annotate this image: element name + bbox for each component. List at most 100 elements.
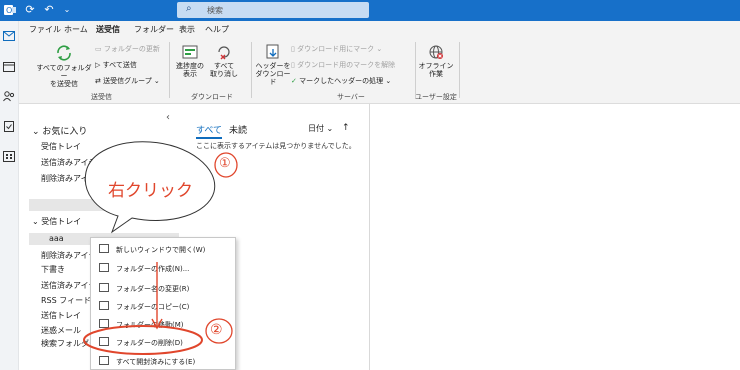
folder-item-aaa[interactable]: aaa (49, 234, 64, 243)
update-folder-label: フォルダーの更新 (103, 45, 160, 53)
new-folder-icon (99, 263, 109, 272)
new-window-icon (99, 244, 109, 253)
sort-by-date-dropdown[interactable]: 日付 ⌄ (308, 123, 333, 134)
send-receive-groups-label: 送受信グループ ⌄ (103, 77, 160, 85)
mark-icon: ▯ (291, 45, 295, 53)
folder-item[interactable]: 削除済みアイテム (41, 173, 104, 184)
tab-all[interactable]: すべて (196, 123, 223, 139)
account-inbox-header[interactable]: ⌄ 受信トレイ (32, 216, 81, 227)
ribbon-tabs: ファイル ホーム 送受信 フォルダー 表示 ヘルプ (19, 21, 740, 38)
folder-item[interactable]: 検索フォルダー (41, 338, 97, 349)
sync-icon[interactable]: ⟳ (23, 3, 37, 17)
mark-to-download-button[interactable]: ▯ ダウンロード用にマーク ⌄ (291, 44, 382, 54)
empty-message: ここに表示するアイテムは見つかりませんでした。 (196, 142, 356, 150)
menu-item-rename-folder[interactable]: フォルダー名の変更(R) (91, 278, 237, 297)
context-menu: 新しいウィンドウで開く(W) フォルダーの作成(N)... フォルダー名の変更(… (90, 237, 236, 370)
navigation-rail (0, 21, 19, 370)
ribbon-separator (459, 42, 460, 98)
send-all-label: すべて送信 (102, 61, 137, 69)
menu-item-label: フォルダーの削除(D) (116, 339, 183, 347)
calendar-icon[interactable] (3, 61, 15, 72)
search-placeholder: 検索 (207, 6, 223, 15)
mark-read-icon (99, 356, 109, 365)
copy-folder-icon (99, 301, 109, 310)
tab-send-receive[interactable]: 送受信 (96, 24, 120, 38)
work-offline-label: オフライン 作業 (418, 62, 454, 78)
send-all-icon: ▷ (95, 61, 101, 69)
menu-item-label: フォルダーの作成(N)... (116, 265, 190, 273)
menu-item-open-new-window[interactable]: 新しいウィンドウで開く(W) (91, 239, 237, 258)
unmark-icon: ▯ (291, 61, 295, 69)
group-label-download: ダウンロード (191, 93, 233, 101)
sort-direction-icon[interactable]: ↑ (342, 123, 350, 133)
tab-folder[interactable]: フォルダー (134, 24, 174, 35)
unmark-to-download-label: ダウンロード用のマークを解除 (297, 61, 396, 69)
ribbon-separator (415, 42, 416, 98)
tab-unread[interactable]: 未読 (229, 123, 247, 136)
menu-item-label: すべて開封済みにする(E) (116, 358, 196, 366)
download-headers-button[interactable]: ヘッダーを ダウンロード (253, 44, 293, 86)
update-folder-button[interactable]: ▭ フォルダーの更新 (95, 44, 160, 54)
update-folder-icon: ▭ (95, 45, 102, 53)
show-progress-button[interactable]: 進捗度の 表示 (175, 44, 205, 78)
rename-folder-icon (99, 283, 109, 292)
group-label-server: サーバー (337, 93, 365, 101)
ribbon-separator (251, 42, 252, 98)
undo-icon[interactable]: ↶ (42, 3, 56, 17)
folder-item[interactable]: RSS フィード (41, 295, 91, 306)
ribbon-separator (169, 42, 170, 98)
step2-label: ② (210, 322, 223, 338)
chevron-down-icon: ⌄ (32, 127, 40, 137)
tab-view[interactable]: 表示 (179, 24, 195, 35)
download-headers-label: ヘッダーを ダウンロード (255, 62, 291, 86)
unmark-to-download-button[interactable]: ▯ ダウンロード用のマークを解除 (291, 60, 395, 70)
menu-item-label: 新しいウィンドウで開く(W) (116, 246, 206, 254)
favorites-header[interactable]: ⌄ お気に入り (32, 124, 87, 137)
unread-count: 11035 (146, 144, 169, 152)
delete-folder-icon (99, 337, 109, 346)
folder-item[interactable]: 下書き (41, 264, 65, 275)
send-receive-groups-button[interactable]: ⇄ 送受信グループ ⌄ (95, 76, 160, 86)
send-receive-all-button[interactable]: すべてのフォルダー を送受信 (33, 44, 95, 88)
ribbon: すべてのフォルダー を送受信 ▭ フォルダーの更新 ▷ すべて送信 ⇄ 送受信グ… (19, 36, 740, 104)
process-marked-headers-label: マークしたヘッダーの処理 ⌄ (299, 77, 392, 85)
folder-item[interactable]: 受信トレイ (41, 141, 81, 152)
todo-icon[interactable] (3, 121, 15, 132)
menu-item-mark-all-read[interactable]: すべて開封済みにする(E) (91, 351, 237, 370)
group-label-preferences: ユーザー設定 (415, 93, 457, 101)
tab-help[interactable]: ヘルプ (205, 24, 229, 35)
search-icon: ⌕ (186, 3, 192, 14)
outlook-icon[interactable]: O (3, 3, 17, 17)
send-receive-groups-icon: ⇄ (95, 77, 101, 85)
work-offline-button[interactable]: オフライン 作業 (417, 44, 455, 78)
tab-file[interactable]: ファイル (29, 24, 61, 35)
download-headers-icon (266, 44, 279, 59)
favorites-header-label: お気に入り (42, 127, 88, 137)
apps-icon[interactable] (3, 151, 15, 162)
menu-item-label: フォルダー名の変更(R) (116, 285, 190, 293)
menu-item-copy-folder[interactable]: フォルダーのコピー(C) (91, 296, 237, 315)
folder-item[interactable]: 迷惑メール (41, 325, 81, 336)
folder-item[interactable]: 送信トレイ (41, 310, 81, 321)
collapse-pane-icon[interactable]: ‹ (166, 112, 170, 123)
cancel-all-button[interactable]: すべて 取り消し (209, 44, 239, 78)
globe-offline-icon (429, 45, 443, 59)
cancel-icon (218, 46, 230, 60)
svg-text:O: O (6, 6, 12, 15)
mail-icon[interactable] (3, 31, 15, 42)
customize-dropdown-icon[interactable]: ⌄ (60, 3, 74, 17)
send-all-button[interactable]: ▷ すべて送信 (95, 60, 137, 70)
step1-label: ① (219, 156, 231, 171)
mark-to-download-label: ダウンロード用にマーク ⌄ (297, 45, 383, 53)
folder-item[interactable]: 送信済みアイテム (41, 157, 104, 168)
tab-home[interactable]: ホーム (64, 24, 88, 35)
search-input[interactable]: ⌕ 検索 (177, 2, 369, 18)
menu-item-create-folder[interactable]: フォルダーの作成(N)... (91, 258, 237, 277)
checkmark-icon: ✓ (291, 77, 297, 85)
process-marked-headers-button[interactable]: ✓ マークしたヘッダーの処理 ⌄ (291, 76, 391, 86)
title-bar: O ⟳ ↶ ⌄ ⌕ 検索 (0, 0, 740, 21)
people-icon[interactable] (3, 91, 15, 102)
show-progress-label: 進捗度の 表示 (176, 62, 204, 78)
cancel-all-label: すべて 取り消し (210, 62, 238, 78)
menu-item-label: フォルダーの移動(M) (116, 321, 184, 329)
